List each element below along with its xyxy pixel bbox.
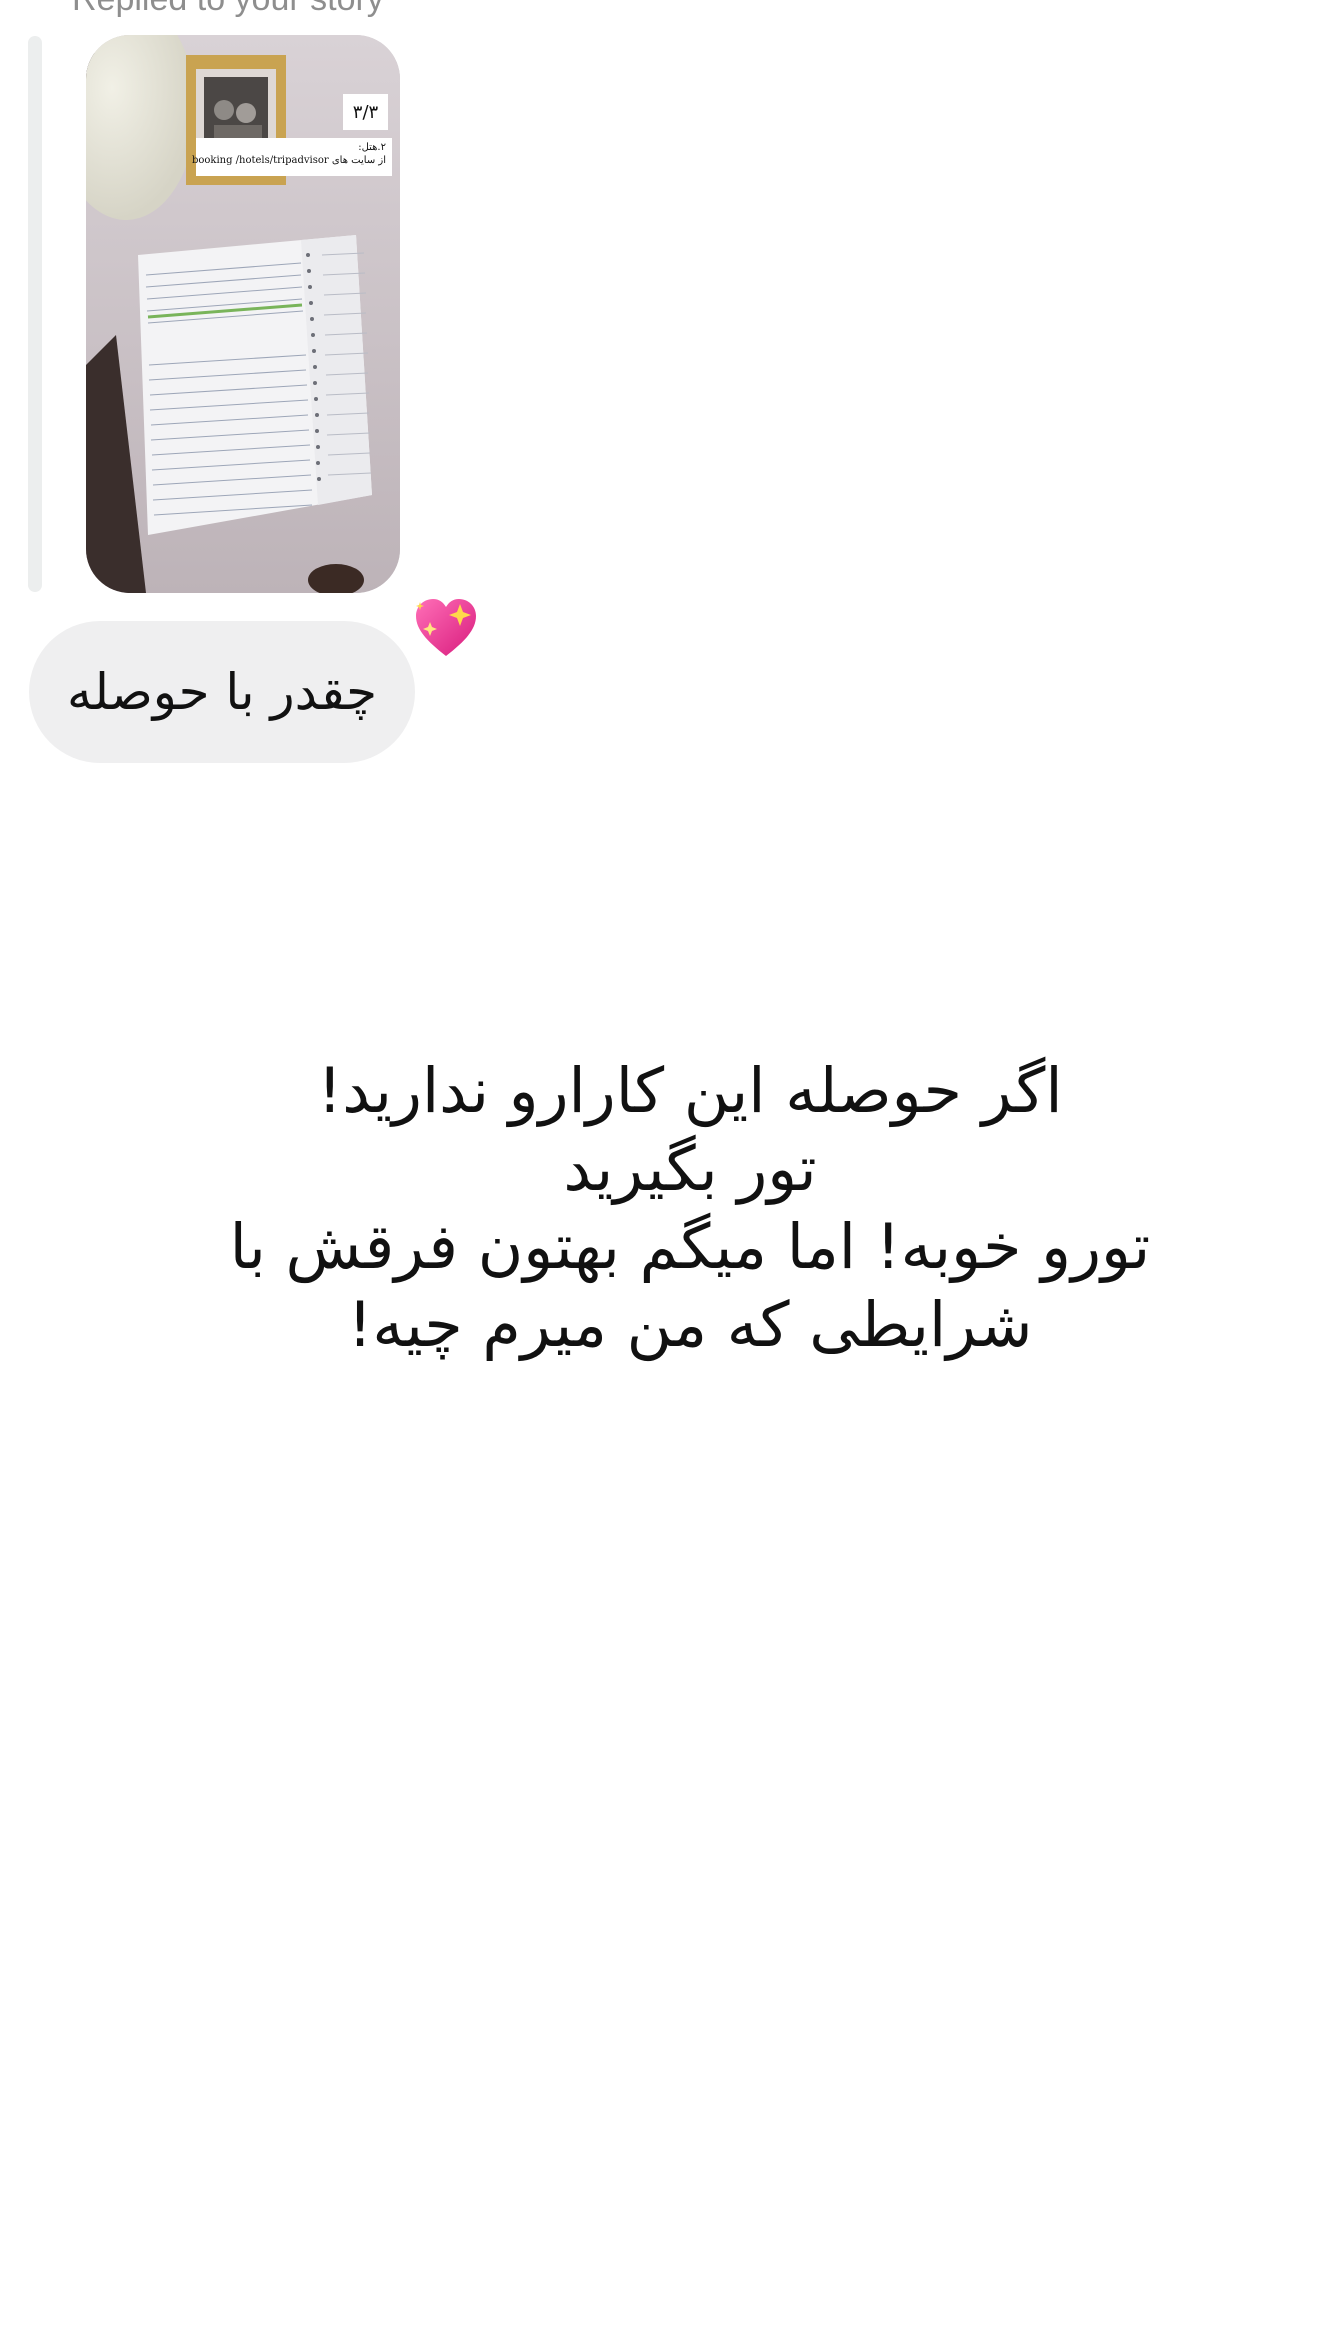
main-message-line: اگر حوصله این کارارو ندارید!	[317, 1054, 1063, 1127]
main-message: اگر حوصله این کارارو ندارید! تور بگیرید …	[180, 1052, 1200, 1364]
reply-label: Replied to your story	[72, 0, 384, 19]
reply-message-text: چقدر با حوصله	[66, 663, 378, 721]
story-thumbnail[interactable]: ۳/۳ ۲.هتل: از سایت های booking /hotels/t…	[86, 35, 400, 593]
main-message-line: شرایطی که من میرم چیه!	[347, 1288, 1033, 1361]
main-message-line: تور بگیرید	[563, 1132, 817, 1205]
story-reply-rail	[28, 36, 42, 592]
reply-message-bubble[interactable]: چقدر با حوصله	[29, 621, 415, 763]
story-caption-line1: ۲.هتل:	[358, 142, 386, 153]
story-caption: ۲.هتل: از سایت های booking /hotels/tripa…	[191, 138, 392, 176]
main-message-line: تورو خوبه! اما میگم بهتون فرقش با	[229, 1210, 1151, 1283]
story-caption-line2: از سایت های booking /hotels/tripadvisor	[191, 155, 386, 166]
sparkling-heart-icon[interactable]	[410, 590, 482, 662]
story-page-indicator: ۳/۳	[343, 94, 388, 130]
